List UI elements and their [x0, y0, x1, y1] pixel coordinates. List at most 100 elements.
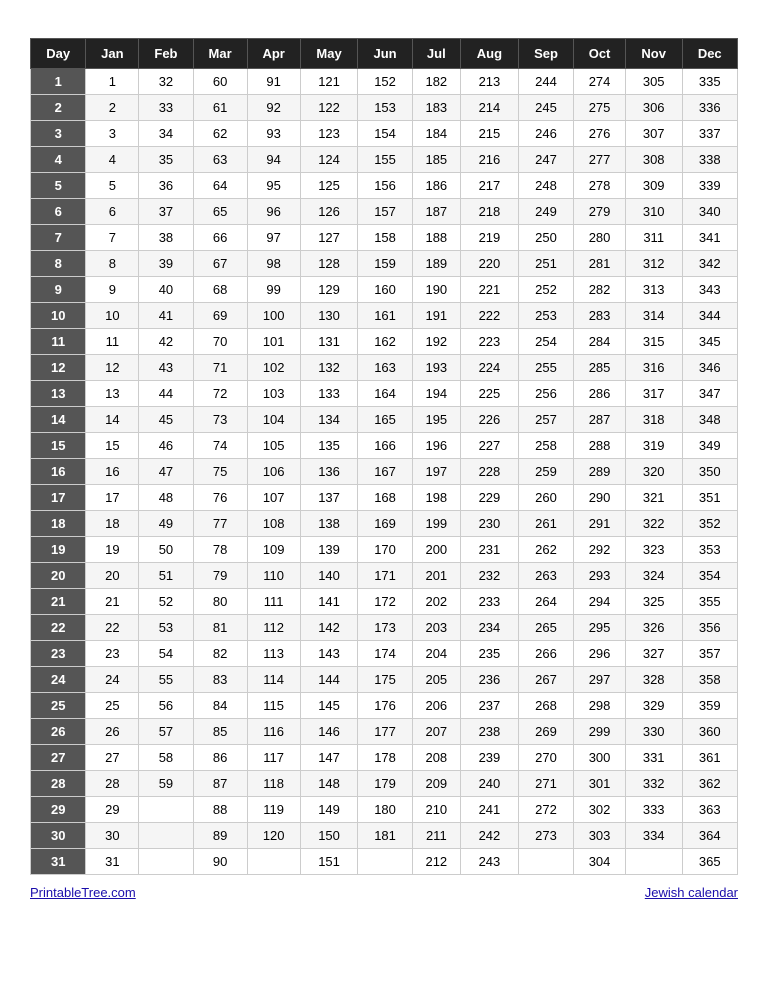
value-cell: 162	[358, 329, 412, 355]
value-cell: 90	[193, 849, 247, 875]
value-cell: 170	[358, 537, 412, 563]
value-cell: 131	[300, 329, 358, 355]
value-cell: 71	[193, 355, 247, 381]
value-cell: 141	[300, 589, 358, 615]
day-cell: 22	[31, 615, 86, 641]
value-cell: 66	[193, 225, 247, 251]
value-cell: 314	[625, 303, 682, 329]
value-cell: 98	[247, 251, 300, 277]
value-cell: 353	[682, 537, 738, 563]
value-cell: 157	[358, 199, 412, 225]
value-cell: 155	[358, 147, 412, 173]
table-row: 21215280111141172202233264294325355	[31, 589, 738, 615]
value-cell: 167	[358, 459, 412, 485]
value-cell: 138	[300, 511, 358, 537]
value-cell: 30	[86, 823, 139, 849]
value-cell: 270	[518, 745, 573, 771]
value-cell: 8	[86, 251, 139, 277]
day-cell: 30	[31, 823, 86, 849]
column-header-aug: Aug	[461, 39, 519, 69]
value-cell: 285	[574, 355, 626, 381]
value-cell: 97	[247, 225, 300, 251]
table-row: 19195078109139170200231262292323353	[31, 537, 738, 563]
value-cell: 301	[574, 771, 626, 797]
value-cell: 187	[412, 199, 460, 225]
value-cell: 296	[574, 641, 626, 667]
value-cell: 236	[461, 667, 519, 693]
value-cell: 308	[625, 147, 682, 173]
column-header-jan: Jan	[86, 39, 139, 69]
day-cell: 17	[31, 485, 86, 511]
value-cell: 77	[193, 511, 247, 537]
value-cell: 83	[193, 667, 247, 693]
value-cell: 337	[682, 121, 738, 147]
jewish-calendar-link[interactable]: Jewish calendar	[645, 885, 738, 900]
day-cell: 20	[31, 563, 86, 589]
value-cell: 160	[358, 277, 412, 303]
value-cell: 275	[574, 95, 626, 121]
value-cell: 86	[193, 745, 247, 771]
printabletree-link[interactable]: PrintableTree.com	[30, 885, 136, 900]
value-cell: 345	[682, 329, 738, 355]
value-cell: 68	[193, 277, 247, 303]
day-cell: 27	[31, 745, 86, 771]
value-cell: 307	[625, 121, 682, 147]
value-cell: 126	[300, 199, 358, 225]
value-cell: 33	[139, 95, 193, 121]
value-cell: 346	[682, 355, 738, 381]
value-cell: 18	[86, 511, 139, 537]
value-cell: 245	[518, 95, 573, 121]
value-cell: 340	[682, 199, 738, 225]
value-cell: 88	[193, 797, 247, 823]
day-cell: 16	[31, 459, 86, 485]
value-cell: 110	[247, 563, 300, 589]
value-cell: 365	[682, 849, 738, 875]
value-cell: 128	[300, 251, 358, 277]
value-cell: 297	[574, 667, 626, 693]
value-cell: 219	[461, 225, 519, 251]
value-cell: 70	[193, 329, 247, 355]
value-cell: 95	[247, 173, 300, 199]
value-cell: 51	[139, 563, 193, 589]
value-cell: 122	[300, 95, 358, 121]
value-cell: 104	[247, 407, 300, 433]
value-cell: 318	[625, 407, 682, 433]
value-cell: 140	[300, 563, 358, 589]
table-row: 22336192122153183214245275306336	[31, 95, 738, 121]
value-cell: 62	[193, 121, 247, 147]
value-cell: 171	[358, 563, 412, 589]
value-cell: 43	[139, 355, 193, 381]
value-cell: 74	[193, 433, 247, 459]
value-cell	[625, 849, 682, 875]
value-cell: 129	[300, 277, 358, 303]
value-cell: 56	[139, 693, 193, 719]
table-row: 26265785116146177207238269299330360	[31, 719, 738, 745]
value-cell: 41	[139, 303, 193, 329]
value-cell: 93	[247, 121, 300, 147]
value-cell: 322	[625, 511, 682, 537]
value-cell: 259	[518, 459, 573, 485]
value-cell: 250	[518, 225, 573, 251]
value-cell: 113	[247, 641, 300, 667]
value-cell: 39	[139, 251, 193, 277]
value-cell: 242	[461, 823, 519, 849]
value-cell: 156	[358, 173, 412, 199]
value-cell: 332	[625, 771, 682, 797]
day-cell: 9	[31, 277, 86, 303]
value-cell: 256	[518, 381, 573, 407]
day-cell: 2	[31, 95, 86, 121]
day-cell: 24	[31, 667, 86, 693]
value-cell: 195	[412, 407, 460, 433]
table-row: 88396798128159189220251281312342	[31, 251, 738, 277]
value-cell: 165	[358, 407, 412, 433]
value-cell: 220	[461, 251, 519, 277]
value-cell: 281	[574, 251, 626, 277]
value-cell: 235	[461, 641, 519, 667]
value-cell: 354	[682, 563, 738, 589]
value-cell: 161	[358, 303, 412, 329]
value-cell	[518, 849, 573, 875]
column-header-jul: Jul	[412, 39, 460, 69]
value-cell: 75	[193, 459, 247, 485]
value-cell: 147	[300, 745, 358, 771]
value-cell: 218	[461, 199, 519, 225]
